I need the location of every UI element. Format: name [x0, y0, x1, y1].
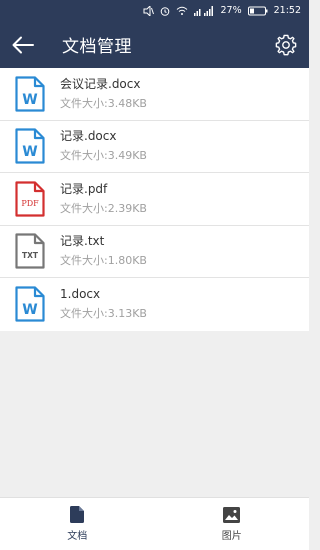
svg-text:W: W [22, 92, 37, 108]
svg-text:TXT: TXT [22, 251, 39, 260]
word-file-icon: W [0, 286, 60, 322]
file-item[interactable]: TXT 记录.txt 文件大小:1.80KB [0, 226, 309, 278]
file-item[interactable]: W 会议记录.docx 文件大小:3.48KB [0, 68, 309, 121]
status-bar: 27% 21:52 [0, 0, 309, 21]
wifi-icon [176, 6, 188, 16]
image-icon [223, 506, 241, 523]
file-size: 文件大小:2.39KB [60, 201, 147, 215]
file-name: 记录.txt [60, 234, 105, 249]
signal-icon [194, 5, 214, 16]
file-size: 文件大小:1.80KB [60, 254, 147, 268]
file-name: 记录.pdf [60, 181, 108, 196]
word-file-icon: W [0, 76, 60, 112]
gear-icon [275, 34, 297, 55]
file-item[interactable]: PDF 记录.pdf 文件大小:2.39KB [0, 173, 309, 226]
tab-images[interactable]: 图片 [155, 498, 310, 550]
tab-documents[interactable]: 文档 [0, 498, 155, 550]
file-item[interactable]: W 记录.docx 文件大小:3.49KB [0, 121, 309, 173]
file-name: 记录.docx [60, 129, 117, 144]
file-name: 会议记录.docx [60, 76, 141, 91]
svg-text:W: W [22, 144, 37, 160]
txt-file-icon: TXT [0, 233, 60, 269]
file-list: W 会议记录.docx 文件大小:3.48KB W 记录.docx 文件大小:3… [0, 68, 309, 331]
document-icon [70, 506, 85, 523]
svg-text:W: W [22, 302, 37, 318]
battery-percent: 27% [220, 5, 242, 16]
clock-time: 21:52 [273, 5, 301, 16]
file-name: 1.docx [60, 287, 101, 302]
arrow-left-icon [12, 36, 34, 53]
battery-icon [247, 6, 268, 16]
svg-text:PDF: PDF [21, 199, 39, 208]
file-size: 文件大小:3.49KB [60, 149, 147, 163]
back-button[interactable] [0, 21, 46, 68]
settings-button[interactable] [269, 21, 303, 68]
file-size: 文件大小:3.13KB [60, 307, 147, 321]
pdf-file-icon: PDF [0, 181, 60, 217]
alarm-icon [160, 6, 170, 16]
vibrate-icon [143, 5, 155, 16]
file-size: 文件大小:3.48KB [60, 96, 147, 110]
app-bar: 文档管理 [0, 21, 309, 68]
bottom-navigation: 文档 图片 [0, 497, 309, 550]
word-file-icon: W [0, 128, 60, 164]
tab-label: 文档 [67, 531, 88, 542]
file-item[interactable]: W 1.docx 文件大小:3.13KB [0, 278, 309, 331]
page-title: 文档管理 [62, 37, 132, 57]
tab-label: 图片 [221, 530, 242, 542]
